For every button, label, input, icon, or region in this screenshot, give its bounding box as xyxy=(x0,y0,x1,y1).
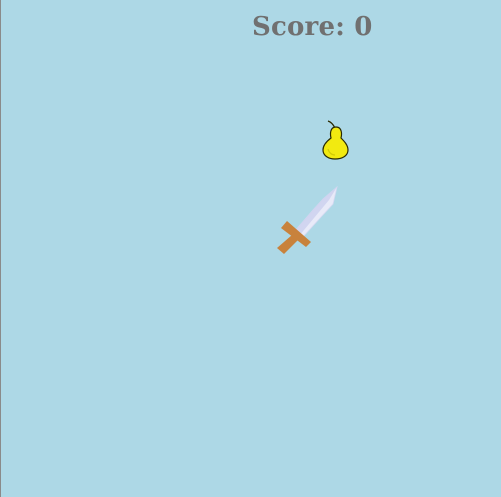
score-label: Score: xyxy=(252,12,345,42)
score-display: Score: 0 xyxy=(252,12,373,42)
game-canvas[interactable]: Score: 0 xyxy=(0,0,501,497)
sword-icon[interactable] xyxy=(271,182,343,260)
pear-icon[interactable] xyxy=(319,118,353,162)
score-value: 0 xyxy=(354,12,373,42)
